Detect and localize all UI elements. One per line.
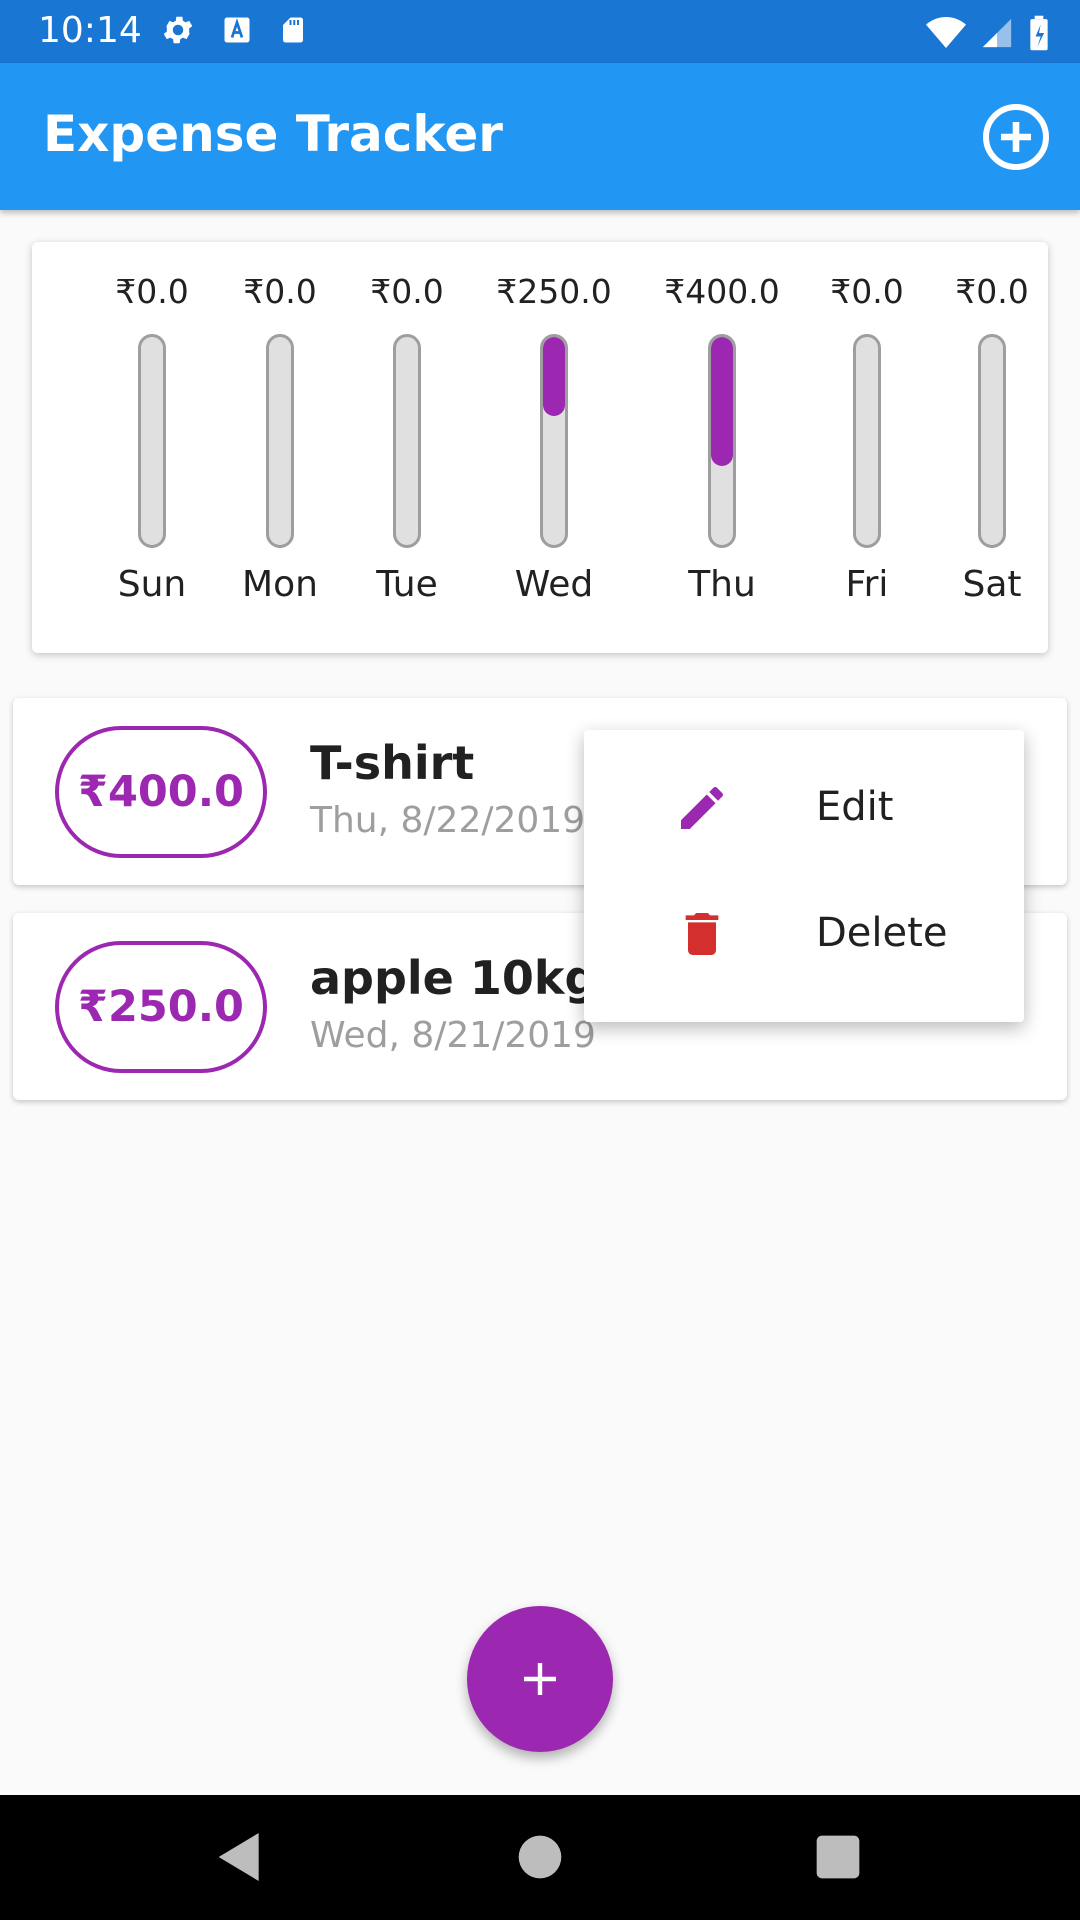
transaction-date: Wed, 8/21/2019 <box>310 1015 596 1056</box>
sd-card-icon <box>283 17 303 43</box>
home-icon[interactable] <box>508 1825 572 1889</box>
add-circle-icon[interactable] <box>980 101 1052 173</box>
battery-icon <box>1030 15 1048 51</box>
status-bar: 10:14 <box>0 0 1080 63</box>
app-title: Expense Tracker <box>43 105 503 163</box>
signal-icon <box>982 18 1012 48</box>
chart-bar-track <box>138 334 166 548</box>
menu-label-edit: Edit <box>816 784 894 830</box>
trash-icon <box>685 913 719 955</box>
amount-badge: ₹400.0 <box>55 726 267 858</box>
menu-item-delete[interactable]: Delete <box>584 868 1024 994</box>
chart-bar-wed: ₹250.0 Wed <box>464 242 644 653</box>
chart-bar-track <box>266 334 294 548</box>
chart-bar-fill <box>711 337 733 466</box>
transaction-title: T-shirt <box>310 736 475 790</box>
pencil-icon <box>681 786 723 829</box>
chart-bar-track <box>708 334 736 548</box>
chart-amount-label: ₹0.0 <box>955 272 1029 311</box>
weekly-chart-card: ₹0.0 Sun ₹0.0 Mon ₹0.0 Tue ₹250.0 Wed ₹400.0 Thu ₹… <box>32 242 1048 653</box>
context-menu: Edit Delete <box>584 730 1024 1022</box>
chart-day-label: Wed <box>514 564 594 605</box>
chart-amount-label: ₹250.0 <box>496 272 612 311</box>
status-time: 10:14 <box>38 10 142 51</box>
chart-bar-track <box>393 334 421 548</box>
amount-badge: ₹250.0 <box>55 941 267 1073</box>
transaction-date: Thu, 8/22/2019 <box>310 800 586 841</box>
add-expense-fab[interactable] <box>467 1606 613 1752</box>
chart-bar-track <box>978 334 1006 548</box>
chart-bar-sat: ₹0.0 Sat <box>902 242 1080 653</box>
a-icon <box>224 17 250 43</box>
transaction-title: apple 10kg <box>310 951 598 1005</box>
plus-icon <box>524 1663 556 1695</box>
chart-bar-fill <box>543 337 565 417</box>
chart-bar-track <box>853 334 881 548</box>
recents-icon[interactable] <box>806 1825 870 1889</box>
chart-bar-track <box>540 334 568 548</box>
app-bar: Expense Tracker <box>0 63 1080 210</box>
menu-item-edit[interactable]: Edit <box>584 742 1024 868</box>
system-nav-bar <box>0 1795 1080 1920</box>
gear-icon <box>163 16 193 44</box>
wifi-icon <box>926 17 966 48</box>
back-icon[interactable] <box>208 1825 272 1889</box>
chart-day-label: Sat <box>962 564 1022 605</box>
menu-label-delete: Delete <box>816 910 948 956</box>
